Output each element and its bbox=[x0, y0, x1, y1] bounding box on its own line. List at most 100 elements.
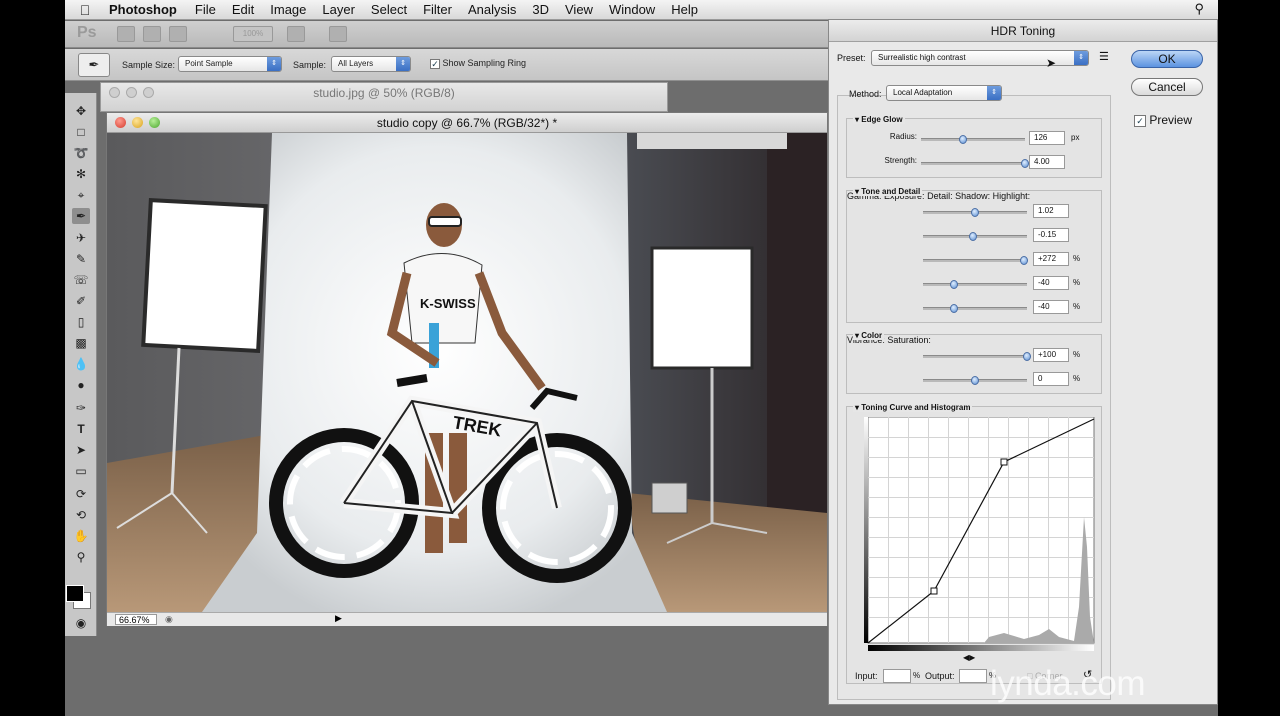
shadow-slider-knob[interactable] bbox=[950, 280, 959, 289]
eraser-tool-icon[interactable]: ▯ bbox=[72, 314, 90, 330]
radius-field[interactable]: 126 bbox=[1029, 131, 1065, 145]
strength-slider[interactable] bbox=[921, 159, 1029, 168]
sample-select[interactable]: All Layers ⇕ bbox=[331, 56, 411, 72]
menu-file[interactable]: File bbox=[187, 2, 224, 17]
gamma-field[interactable]: 1.02 bbox=[1033, 204, 1069, 218]
edge-glow-title[interactable]: ▾ Edge Glow bbox=[853, 115, 905, 124]
menu-edit[interactable]: Edit bbox=[224, 2, 262, 17]
menu-filter[interactable]: Filter bbox=[415, 2, 460, 17]
checkmark-icon: ✓ bbox=[1134, 114, 1146, 127]
highlight-slider-knob[interactable] bbox=[950, 304, 959, 313]
gamma-slider[interactable] bbox=[923, 208, 1027, 217]
document-titlebar[interactable]: studio copy @ 66.7% (RGB/32*) * bbox=[107, 113, 827, 133]
screen-mode-icon[interactable] bbox=[329, 26, 347, 42]
photoshop-logo: Ps bbox=[77, 24, 97, 41]
menu-select[interactable]: Select bbox=[363, 2, 415, 17]
view-extras-icon[interactable] bbox=[287, 26, 305, 42]
brush-tool-icon[interactable]: ✎ bbox=[72, 251, 90, 267]
output-field[interactable] bbox=[959, 669, 987, 683]
app-menu[interactable]: Photoshop bbox=[105, 2, 187, 17]
sample-size-select[interactable]: Point Sample ⇕ bbox=[178, 56, 282, 72]
eyedropper-tool-icon[interactable]: ✒ bbox=[72, 208, 90, 224]
color-title[interactable]: ▾ Color bbox=[853, 331, 885, 340]
highlight-field[interactable]: -40 bbox=[1033, 300, 1069, 314]
tone-detail-title[interactable]: ▾ Tone and Detail bbox=[853, 187, 923, 196]
gamma-slider-knob[interactable] bbox=[971, 208, 979, 217]
apple-menu-icon[interactable]:  bbox=[65, 2, 105, 18]
menu-layer[interactable]: Layer bbox=[314, 2, 363, 17]
move-tool-icon[interactable]: ✥ bbox=[72, 103, 90, 119]
show-ring-checkbox[interactable]: ✓ Show Sampling Ring bbox=[430, 58, 526, 69]
menu-window[interactable]: Window bbox=[601, 2, 663, 17]
dodge-tool-icon[interactable]: ● bbox=[72, 377, 90, 393]
quick-mask-icon[interactable]: ◉ bbox=[72, 615, 90, 631]
background-document-window[interactable]: studio.jpg @ 50% (RGB/8) bbox=[100, 82, 668, 112]
exposure-slider-knob[interactable] bbox=[968, 232, 977, 241]
vibrance-slider-knob[interactable] bbox=[1023, 352, 1031, 361]
pen-tool-icon[interactable]: ✑ bbox=[72, 400, 90, 416]
menu-3d[interactable]: 3D bbox=[524, 2, 557, 17]
curve-slider-handle-icon[interactable]: ◀▶ bbox=[963, 653, 975, 662]
type-tool-icon[interactable]: T bbox=[72, 421, 90, 437]
quick-select-tool-icon[interactable]: ✻ bbox=[72, 166, 90, 182]
method-select[interactable]: Local Adaptation ⇕ bbox=[886, 85, 1002, 101]
doc-info-icon[interactable]: ◉ bbox=[165, 614, 173, 625]
blur-tool-icon[interactable]: 💧 bbox=[72, 356, 90, 372]
menu-analysis[interactable]: Analysis bbox=[460, 2, 524, 17]
strength-slider-knob[interactable] bbox=[1021, 159, 1029, 168]
color-group: ▾ Color Vibrance: +100 % Saturation: 0 % bbox=[846, 331, 1102, 394]
menu-image[interactable]: Image bbox=[262, 2, 314, 17]
radius-slider[interactable] bbox=[921, 135, 1025, 144]
preview-checkbox[interactable]: ✓ Preview bbox=[1134, 113, 1192, 127]
saturation-field[interactable]: 0 bbox=[1033, 372, 1069, 386]
ok-button[interactable]: OK bbox=[1131, 50, 1203, 68]
healing-brush-tool-icon[interactable]: ✈ bbox=[72, 230, 90, 246]
shape-tool-icon[interactable]: ▭ bbox=[72, 463, 90, 479]
history-brush-tool-icon[interactable]: ✐ bbox=[72, 293, 90, 309]
hand-tool-icon[interactable]: ✋ bbox=[72, 528, 90, 544]
3d-orbit-tool-icon[interactable]: ⟲ bbox=[72, 507, 90, 523]
crop-tool-icon[interactable]: ⌖ bbox=[72, 187, 90, 203]
foreground-color-swatch[interactable] bbox=[66, 585, 84, 602]
bridge-icon[interactable] bbox=[117, 26, 135, 42]
detail-slider-knob[interactable] bbox=[1019, 256, 1028, 265]
detail-field[interactable]: +272 bbox=[1033, 252, 1069, 266]
marquee-tool-icon[interactable]: □ bbox=[72, 124, 90, 140]
input-field[interactable] bbox=[883, 669, 911, 683]
saturation-slider-knob[interactable] bbox=[971, 376, 979, 385]
vibrance-field[interactable]: +100 bbox=[1033, 348, 1069, 362]
cancel-button[interactable]: Cancel bbox=[1131, 78, 1203, 96]
detail-slider[interactable] bbox=[923, 256, 1028, 265]
gradient-tool-icon[interactable]: ▩ bbox=[72, 335, 90, 351]
spotlight-search-icon[interactable]: ⚲ bbox=[1194, 1, 1204, 17]
saturation-slider[interactable] bbox=[923, 376, 1027, 385]
radius-slider-knob[interactable] bbox=[958, 135, 967, 144]
3d-rotate-tool-icon[interactable]: ⟳ bbox=[72, 486, 90, 502]
menu-view[interactable]: View bbox=[557, 2, 601, 17]
mini-bridge-icon[interactable] bbox=[143, 26, 161, 42]
zoom-level-field[interactable]: 100% bbox=[233, 26, 273, 42]
exposure-field[interactable]: -0.15 bbox=[1033, 228, 1069, 242]
path-selection-tool-icon[interactable]: ➤ bbox=[72, 442, 90, 458]
zoom-tool-icon[interactable]: ⚲ bbox=[72, 549, 90, 565]
shadow-field[interactable]: -40 bbox=[1033, 276, 1069, 290]
image-canvas[interactable]: K-SWISS TREK bbox=[107, 133, 827, 612]
highlight-slider[interactable] bbox=[923, 304, 1027, 313]
preset-select[interactable]: Surrealistic high contrast ⇕ bbox=[871, 50, 1089, 66]
eyedropper-preset-icon[interactable]: ✒ bbox=[78, 53, 110, 77]
arrange-icon[interactable] bbox=[169, 26, 187, 42]
toning-curve-graph[interactable] bbox=[864, 417, 1096, 653]
lasso-tool-icon[interactable]: ➰ bbox=[72, 145, 90, 161]
shadow-slider[interactable] bbox=[923, 280, 1027, 289]
tone-detail-title-text: Tone and Detail bbox=[861, 187, 921, 196]
zoom-field[interactable]: 66.67% bbox=[115, 614, 157, 625]
clone-stamp-tool-icon[interactable]: ☏ bbox=[72, 272, 90, 288]
toning-curve-title[interactable]: ▾ Toning Curve and Histogram bbox=[853, 403, 973, 412]
strength-field[interactable]: 4.00 bbox=[1029, 155, 1065, 169]
preset-options-icon[interactable]: ☰ bbox=[1099, 50, 1109, 63]
status-menu-arrow-icon[interactable]: ▶ bbox=[335, 613, 342, 624]
vibrance-slider[interactable] bbox=[923, 352, 1031, 361]
exposure-slider[interactable] bbox=[923, 232, 1027, 241]
menu-help[interactable]: Help bbox=[663, 2, 706, 17]
tools-panel: ✥ □ ➰ ✻ ⌖ ✒ ✈ ✎ ☏ ✐ ▯ ▩ 💧 ● ✑ T ➤ ▭ ⟳ ⟲ … bbox=[65, 93, 97, 636]
